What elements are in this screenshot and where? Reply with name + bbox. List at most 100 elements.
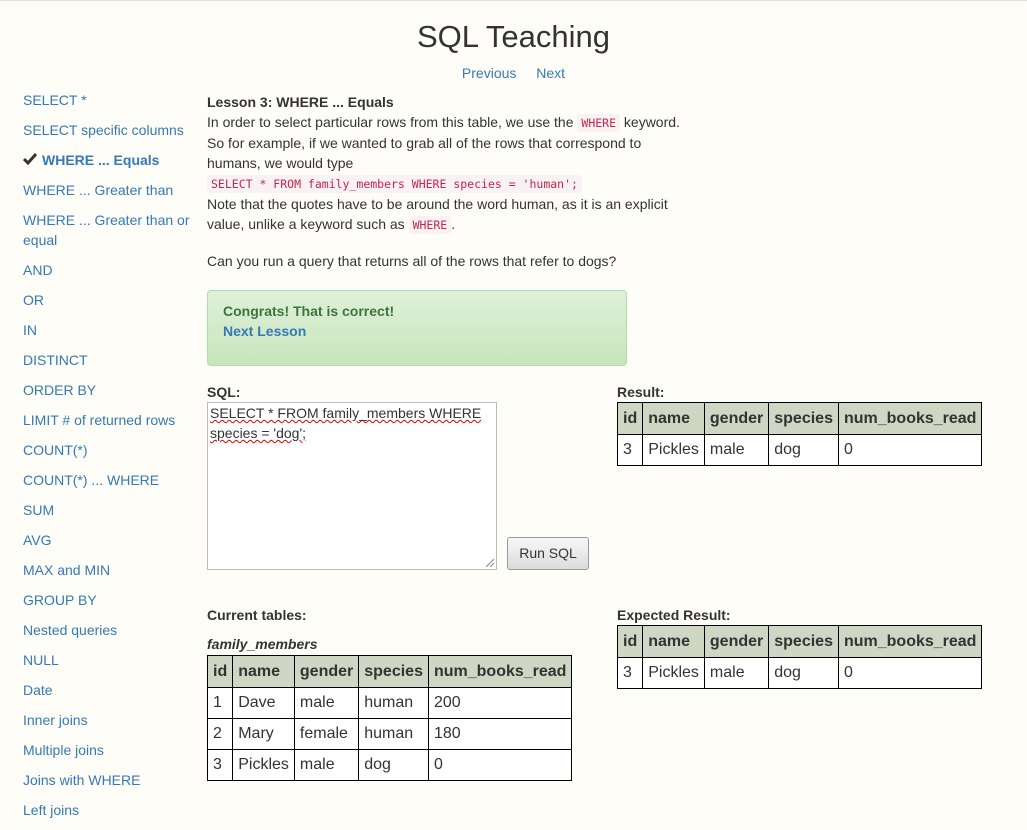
column-header: species [768, 625, 839, 658]
table-cell: 2 [206, 718, 234, 750]
table-cell: female [293, 718, 360, 750]
success-alert: Congrats! That is correct! Next Lesson [207, 290, 627, 366]
sidebar-item-and[interactable]: AND [23, 260, 201, 280]
sidebar-item-in[interactable]: IN [23, 320, 201, 340]
sidebar-item-date[interactable]: Date [23, 680, 201, 700]
sql-label: SQL: [207, 384, 241, 400]
sidebar-item-where-greater[interactable]: WHERE ... Greater than [23, 180, 201, 200]
lesson-nav: Previous Next [0, 65, 1027, 81]
sql-textarea[interactable]: SELECT * FROM family_members WHERE speci… [207, 402, 497, 570]
next-lesson-link[interactable]: Next Lesson [223, 321, 611, 341]
table-cell: 3 [206, 749, 234, 781]
sidebar-item-max-min[interactable]: MAX and MIN [23, 560, 201, 580]
family-members-table: id name gender species num_books_read 1 … [206, 655, 573, 781]
table-cell: male [293, 687, 360, 719]
table-cell: 0 [427, 749, 573, 781]
table-header-row: id name gender species num_books_read [616, 402, 983, 435]
table-cell: 200 [427, 687, 573, 719]
lesson-text: Lesson 3: WHERE ... Equals In order to s… [207, 92, 707, 235]
where-code: WHERE [577, 114, 621, 132]
column-header: gender [293, 655, 360, 688]
table-cell: dog [768, 657, 839, 689]
table-cell: human [358, 687, 429, 719]
sidebar-item-joins-where[interactable]: Joins with WHERE [23, 770, 201, 790]
table-cell: 0 [837, 657, 983, 689]
result-label: Result: [617, 384, 665, 400]
next-link[interactable]: Next [536, 65, 565, 81]
column-header: gender [703, 625, 770, 658]
sidebar-item-count[interactable]: COUNT(*) [23, 440, 201, 460]
table-cell: 1 [206, 687, 234, 719]
table-header-row: id name gender species num_books_read [206, 655, 573, 688]
sidebar-item-select-columns[interactable]: SELECT specific columns [23, 120, 201, 140]
table-cell: Pickles [642, 434, 705, 466]
table-cell: 180 [427, 718, 573, 750]
column-header: species [358, 655, 429, 688]
table-cell: dog [768, 434, 839, 466]
table-cell: Pickles [642, 657, 705, 689]
sidebar-item-or[interactable]: OR [23, 290, 201, 310]
sidebar-item-left-joins[interactable]: Left joins [23, 800, 201, 820]
sidebar-item-select-all[interactable]: SELECT * [23, 90, 201, 110]
run-sql-button[interactable]: Run SQL [507, 537, 589, 570]
column-header: num_books_read [427, 655, 573, 688]
previous-link[interactable]: Previous [462, 65, 516, 81]
sidebar-item-nested[interactable]: Nested queries [23, 620, 201, 640]
column-header: id [206, 655, 234, 688]
example-query: SELECT * FROM family_members WHERE speci… [207, 173, 707, 194]
page-title: SQL Teaching [416, 19, 611, 54]
sidebar: SELECT * SELECT specific columns WHERE .… [22, 90, 201, 830]
column-header: name [232, 655, 295, 688]
sidebar-item-distinct[interactable]: DISTINCT [23, 350, 201, 370]
table-name: family_members [207, 636, 318, 652]
sidebar-item-count-where[interactable]: COUNT(*) ... WHERE [23, 470, 201, 490]
lesson-paragraph-1: In order to select particular rows from … [207, 114, 680, 132]
column-header: num_books_read [837, 402, 983, 435]
success-message: Congrats! That is correct! [223, 303, 395, 319]
table-row: 3 Pickles male dog 0 [616, 434, 983, 466]
table-cell: 3 [616, 657, 644, 689]
table-cell: Dave [232, 687, 295, 719]
sidebar-item-inner-joins[interactable]: Inner joins [23, 710, 201, 730]
table-cell: male [293, 749, 360, 781]
sidebar-item-group-by[interactable]: GROUP BY [23, 590, 201, 610]
sidebar-item-order-by[interactable]: ORDER BY [23, 380, 201, 400]
sidebar-item-null[interactable]: NULL [23, 650, 201, 670]
sidebar-item-avg[interactable]: AVG [23, 530, 201, 550]
sidebar-item-sum[interactable]: SUM [23, 500, 201, 520]
expected-result-label: Expected Result: [617, 607, 731, 623]
column-header: species [768, 402, 839, 435]
table-cell: Pickles [232, 749, 295, 781]
lesson-paragraph-3: Note that the quotes have to be around t… [207, 196, 668, 234]
lesson-question: Can you run a query that returns all of … [207, 253, 617, 269]
sidebar-item-multiple-joins[interactable]: Multiple joins [23, 740, 201, 760]
resize-grip-icon[interactable] [484, 557, 494, 567]
check-icon [22, 150, 38, 170]
column-header: num_books_read [837, 625, 983, 658]
expected-result-table: id name gender species num_books_read 3 … [616, 625, 983, 689]
table-cell: human [358, 718, 429, 750]
column-header: name [642, 625, 705, 658]
table-row: 3 Pickles male dog 0 [206, 749, 573, 781]
table-cell: dog [358, 749, 429, 781]
column-header: gender [703, 402, 770, 435]
table-row: 2 Mary female human 180 [206, 718, 573, 750]
column-header: id [616, 625, 644, 658]
where-code-2: WHERE [408, 216, 452, 234]
result-table: id name gender species num_books_read 3 … [616, 402, 983, 466]
top-border [0, 0, 1027, 1]
column-header: id [616, 402, 644, 435]
sidebar-item-where-equals[interactable]: WHERE ... Equals [22, 150, 201, 170]
table-cell: 0 [837, 434, 983, 466]
table-cell: male [703, 434, 770, 466]
table-header-row: id name gender species num_books_read [616, 625, 983, 658]
sidebar-item-where-greater-equal[interactable]: WHERE ... Greater than or equal [23, 210, 201, 250]
table-cell: 3 [616, 434, 644, 466]
current-tables-label: Current tables: [207, 607, 307, 623]
table-cell: male [703, 657, 770, 689]
lesson-paragraph-2: So for example, if we wanted to grab all… [207, 135, 642, 171]
table-row: 1 Dave male human 200 [206, 687, 573, 719]
sidebar-item-limit[interactable]: LIMIT # of returned rows [23, 410, 201, 430]
table-cell: Mary [232, 718, 295, 750]
column-header: name [642, 402, 705, 435]
